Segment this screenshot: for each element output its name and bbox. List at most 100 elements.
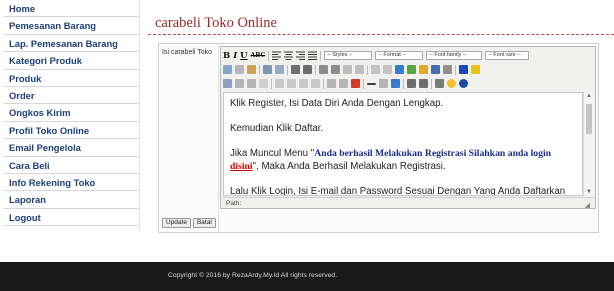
merge-cells-icon[interactable] — [327, 79, 336, 88]
table-icon[interactable] — [223, 79, 232, 88]
sidebar-item-email-pengelola[interactable]: Email Pengelola — [4, 139, 139, 157]
paste-icon[interactable] — [247, 65, 256, 74]
table-col-icon[interactable] — [247, 79, 256, 88]
horizontal-rule-icon[interactable] — [367, 82, 376, 85]
link-icon[interactable] — [371, 65, 380, 74]
toolbar-separator — [287, 64, 288, 75]
sidebar-item-order[interactable]: Order — [4, 87, 139, 105]
indent-icon[interactable] — [331, 65, 340, 74]
split-cells-icon[interactable] — [339, 79, 348, 88]
content-paragraph: Jika Muncul Menu "Anda berhasil Melakuka… — [230, 147, 576, 173]
content-text: Jika Muncul Menu " — [230, 148, 315, 159]
toolbar-separator — [259, 64, 260, 75]
col-before-icon[interactable] — [299, 79, 308, 88]
align-center-icon[interactable] — [284, 51, 294, 60]
toolbar-separator — [367, 64, 368, 75]
path-label: Path: — [226, 200, 242, 207]
cleanup-icon[interactable] — [419, 65, 428, 74]
youtube-icon[interactable] — [351, 79, 360, 88]
resize-handle-icon[interactable]: ◢ — [585, 200, 590, 211]
field-label: Isi carabeli Toko — [162, 49, 213, 56]
editor-scrollbar[interactable]: ▲ ▼ — [583, 92, 594, 196]
bold-blue-text: Anda berhasil Melakukan Registrasi Silah… — [314, 148, 552, 159]
sidebar-item-laporan[interactable]: Laporan — [4, 191, 139, 209]
highlight-color-icon[interactable] — [471, 65, 480, 74]
sidebar-item-kategori-produk[interactable]: Kategori Produk — [4, 52, 139, 70]
footer: Copyright © 2016 by RezaArdy.My.Id All r… — [0, 262, 614, 291]
title-divider — [148, 34, 614, 35]
underline-button[interactable]: U — [240, 51, 247, 61]
scroll-thumb[interactable] — [586, 104, 592, 134]
superscript-icon[interactable] — [419, 79, 428, 88]
sidebar-item-cara-beli[interactable]: Cara Beli — [4, 157, 139, 174]
anchor-icon[interactable] — [395, 65, 404, 74]
bold-button[interactable]: B — [223, 51, 230, 61]
sidebar-item-info-rekening[interactable]: Info Rekening Toko — [4, 174, 139, 192]
media-icon[interactable] — [459, 79, 468, 88]
disini-link[interactable]: disini — [230, 161, 253, 172]
copy-icon[interactable] — [235, 65, 244, 74]
unlink-icon[interactable] — [383, 65, 392, 74]
text-color-icon[interactable] — [459, 65, 468, 74]
update-button[interactable]: Update — [162, 218, 191, 228]
italic-button[interactable]: I — [233, 51, 237, 61]
sidebar-item-lap-pemesanan-barang[interactable]: Lap. Pemesanan Barang — [4, 35, 139, 53]
visual-aid-icon[interactable] — [391, 79, 400, 88]
cancel-button[interactable]: Batal — [192, 218, 216, 228]
help-icon[interactable] — [431, 65, 440, 74]
form-buttons: Update Batal — [162, 218, 216, 228]
numbered-list-icon[interactable] — [303, 65, 312, 74]
align-right-icon[interactable] — [296, 51, 306, 60]
subscript-icon[interactable] — [407, 79, 416, 88]
rich-text-editor: B I U ABC -- Styles -- -- Format -- -- F… — [220, 46, 596, 209]
image-icon[interactable] — [407, 65, 416, 74]
content-paragraph: Kemudian Klik Daftar. — [230, 123, 324, 134]
col-after-icon[interactable] — [311, 79, 320, 88]
copyright-text: Copyright © 2016 by RezaArdy.My.Id All r… — [168, 272, 338, 279]
cut-icon[interactable] — [223, 65, 232, 74]
form-divider — [218, 44, 219, 232]
edit-form: Isi carabeli Toko B I U ABC -- Styles --… — [158, 43, 599, 233]
sidebar-item-logout[interactable]: Logout — [4, 209, 139, 227]
content-text: ", Maka Anda Berhasil Melakukan Registra… — [252, 161, 446, 172]
align-justify-icon[interactable] — [308, 51, 318, 60]
scroll-up-icon[interactable]: ▲ — [586, 93, 592, 99]
undo-icon[interactable] — [343, 65, 352, 74]
table-delete-icon[interactable] — [259, 79, 268, 88]
table-row-icon[interactable] — [235, 79, 244, 88]
row-after-icon[interactable] — [287, 79, 296, 88]
find-icon[interactable] — [263, 65, 272, 74]
font-size-select[interactable]: -- Font size -- — [485, 51, 530, 60]
editor-toolbar-row-1: B I U ABC -- Styles -- -- Format -- -- F… — [223, 49, 530, 62]
strikethrough-button[interactable]: ABC — [251, 52, 266, 59]
sidebar-menu: Home Pemesanan Barang Lap. Pemesanan Bar… — [4, 0, 140, 230]
toolbar-separator — [271, 78, 272, 89]
sidebar-item-home[interactable]: Home — [4, 0, 139, 18]
toolbar-separator — [268, 50, 270, 61]
align-left-icon[interactable] — [272, 51, 282, 60]
sidebar-item-ongkos-kirim[interactable]: Ongkos Kirim — [4, 104, 139, 122]
toolbar-separator — [431, 78, 432, 89]
redo-icon[interactable] — [355, 65, 364, 74]
editor-toolbar-row-2 — [223, 63, 480, 76]
sidebar-item-profil-toko[interactable]: Profil Toko Online — [4, 122, 139, 140]
replace-icon[interactable] — [275, 65, 284, 74]
sidebar-item-produk[interactable]: Produk — [4, 70, 139, 87]
bullet-list-icon[interactable] — [291, 65, 300, 74]
emoticon-icon[interactable] — [447, 79, 456, 88]
scroll-down-icon[interactable]: ▼ — [586, 189, 592, 195]
remove-format-icon[interactable] — [379, 79, 388, 88]
font-family-select[interactable]: -- Font family -- — [426, 51, 483, 60]
toolbar-separator — [403, 78, 404, 89]
toolbar-separator — [315, 64, 316, 75]
special-char-icon[interactable] — [435, 79, 444, 88]
sidebar-item-pemesanan-barang[interactable]: Pemesanan Barang — [4, 17, 139, 35]
toolbar-separator — [363, 78, 364, 89]
row-before-icon[interactable] — [275, 79, 284, 88]
editor-content-area[interactable]: Klik Register, Isi Data Diri Anda Dengan… — [223, 92, 583, 196]
format-select[interactable]: -- Format -- — [375, 51, 424, 60]
content-paragraph: Lalu Klik Login, Isi E-mail dan Password… — [230, 186, 566, 196]
styles-select[interactable]: -- Styles -- — [324, 51, 373, 60]
html-source-icon[interactable] — [443, 65, 452, 74]
outdent-icon[interactable] — [319, 65, 328, 74]
